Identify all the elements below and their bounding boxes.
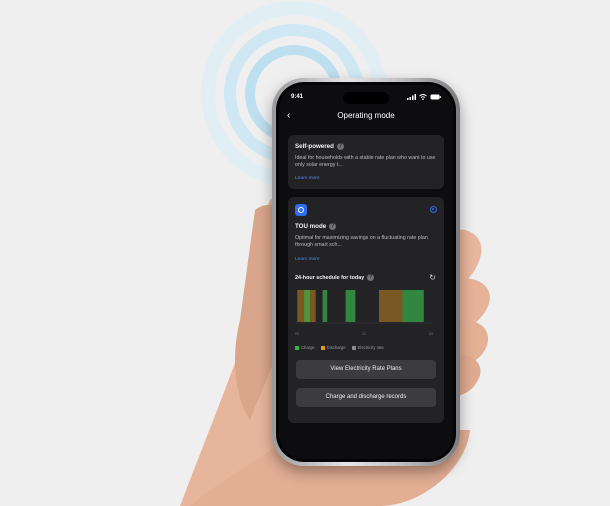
chart-legend: Charge Discharge Electricity rate (295, 345, 384, 350)
x-tick-label: 12 (362, 332, 366, 336)
view-rate-plans-button[interactable]: View Electricity Rate Plans (296, 360, 436, 379)
charge-records-button[interactable]: Charge and discharge records (296, 388, 436, 407)
legend-charge-swatch (295, 345, 299, 350)
legend-discharge-label: Discharge (326, 345, 346, 350)
mode-description: Optimal for maximizing savings on a fluc… (295, 235, 428, 248)
charge-segment (322, 290, 328, 322)
mode-card-tou[interactable]: TOU mode ? Optimal for maximizing saving… (288, 197, 444, 423)
mode-title-text: TOU mode (295, 223, 327, 230)
tou-mode-icon (295, 204, 307, 216)
legend-electricity-rate: Electricity rate (351, 345, 384, 350)
help-icon[interactable]: ? (367, 274, 375, 281)
phone-frame: 9:41 ‹ Operating mode Self-powered ? Ide… (272, 78, 460, 466)
schedule-title: 24-hour schedule for today ? (295, 274, 375, 281)
legend-discharge: Discharge (320, 345, 346, 350)
mode-description: Ideal for households with a stable rate … (295, 155, 436, 168)
legend-charge: Charge (295, 345, 315, 350)
page-title: Operating mode (337, 111, 395, 120)
status-bar: 9:41 (291, 94, 441, 104)
status-time: 9:41 (291, 94, 304, 100)
x-tick-label: 24 (429, 332, 433, 336)
phone-bezel: 9:41 ‹ Operating mode Self-powered ? Ide… (276, 82, 456, 462)
legend-rate-swatch (351, 345, 356, 350)
discharge-segment (378, 290, 403, 322)
status-icons (407, 94, 441, 100)
wifi-icon (419, 94, 427, 100)
help-icon[interactable]: ? (336, 143, 344, 150)
signal-icon (407, 94, 416, 100)
battery-icon (430, 94, 441, 100)
x-tick-label: 00 (295, 332, 299, 336)
selected-radio[interactable] (430, 206, 437, 213)
schedule-title-text: 24-hour schedule for today (295, 274, 365, 281)
scene: 9:41 ‹ Operating mode Self-powered ? Ide… (0, 0, 610, 506)
learn-more-link[interactable]: Learn more (295, 257, 320, 262)
mode-title: TOU mode ? (295, 223, 337, 230)
charge-segment (304, 290, 310, 322)
mode-title: Self-powered ? (295, 143, 344, 150)
legend-charge-label: Charge (301, 345, 315, 350)
charge-segment (402, 290, 424, 322)
mode-card-self-powered[interactable]: Self-powered ? Ideal for households with… (288, 135, 444, 189)
charge-segment (345, 290, 356, 322)
legend-discharge-swatch (320, 345, 325, 350)
help-icon[interactable]: ? (329, 223, 337, 230)
learn-more-link[interactable]: Learn more (295, 176, 320, 181)
mode-title-text: Self-powered (295, 143, 334, 150)
nav-bar: ‹ Operating mode (287, 110, 445, 124)
legend-rate-label: Electricity rate (357, 345, 384, 350)
phone-screen: 9:41 ‹ Operating mode Self-powered ? Ide… (279, 85, 453, 459)
refresh-icon[interactable]: ↻ (429, 273, 436, 282)
schedule-chart: 00 12 24 (295, 290, 433, 336)
